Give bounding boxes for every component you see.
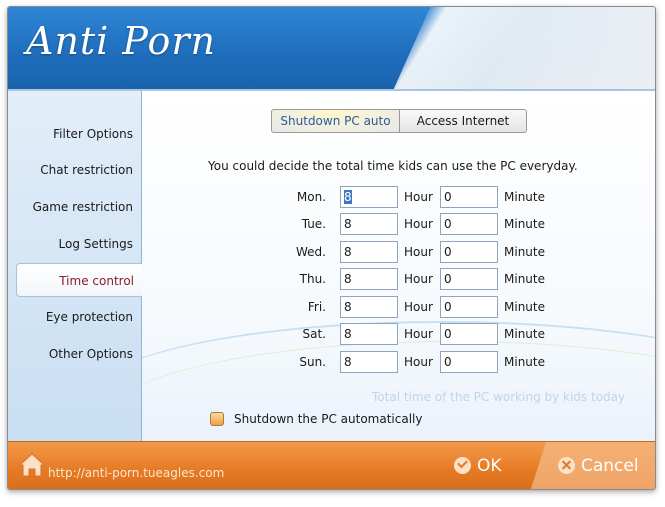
minute-unit-label: Minute (504, 300, 545, 314)
day-label: Wed. (296, 245, 326, 259)
day-label: Mon. (296, 190, 326, 204)
sidebar: Filter Options Chat restriction Game res… (8, 91, 142, 441)
sidebar-item-log-settings[interactable]: Log Settings (8, 227, 133, 261)
sidebar-item-game-restriction[interactable]: Game restriction (8, 190, 133, 224)
minute-input-sat[interactable]: 0 (440, 323, 498, 345)
hour-unit-label: Hour (404, 190, 433, 204)
hour-input-fri[interactable]: 8 (340, 296, 398, 318)
header-banner: Anti Porn (8, 7, 655, 89)
time-description: You could decide the total time kids can… (208, 159, 578, 173)
hour-unit-label: Hour (404, 217, 433, 231)
app-title: Anti Porn (26, 19, 216, 63)
day-label: Thu. (299, 272, 326, 286)
minute-unit-label: Minute (504, 245, 545, 259)
minute-input-sun[interactable]: 0 (440, 351, 498, 373)
hour-unit-label: Hour (404, 300, 433, 314)
hour-unit-label: Hour (404, 272, 433, 286)
home-icon[interactable] (18, 452, 46, 478)
check-icon (454, 457, 471, 474)
hour-input-thu[interactable]: 8 (340, 268, 398, 290)
hour-input-wed[interactable]: 8 (340, 241, 398, 263)
hour-input-sat[interactable]: 8 (340, 323, 398, 345)
ok-label: OK (477, 456, 502, 476)
hour-input-mon[interactable]: 8 (340, 186, 398, 208)
day-label: Sun. (299, 355, 326, 369)
tab-access-internet[interactable]: Access Internet (400, 109, 527, 133)
main-content: Shutdown PC auto Access Internet You cou… (142, 91, 655, 441)
day-label: Sat. (302, 327, 327, 341)
ok-button[interactable]: OK (454, 454, 502, 478)
hour-unit-label: Hour (404, 355, 433, 369)
sidebar-item-chat-restriction[interactable]: Chat restriction (8, 153, 133, 187)
website-link[interactable]: http://anti-porn.tueagles.com (48, 466, 224, 480)
cancel-button[interactable]: Cancel (558, 454, 639, 478)
minute-input-thu[interactable]: 0 (440, 268, 498, 290)
total-time-label: Total time of the PC working by kids tod… (372, 390, 626, 404)
minute-unit-label: Minute (504, 355, 545, 369)
tab-shutdown-pc-auto[interactable]: Shutdown PC auto (271, 109, 400, 133)
x-icon (558, 457, 575, 474)
minute-input-wed[interactable]: 0 (440, 241, 498, 263)
minute-unit-label: Minute (504, 190, 545, 204)
sidebar-item-filter-options[interactable]: Filter Options (8, 117, 133, 151)
minute-unit-label: Minute (504, 217, 545, 231)
hour-input-sun[interactable]: 8 (340, 351, 398, 373)
day-label: Fri. (307, 300, 326, 314)
header-sheen (376, 7, 655, 89)
shutdown-checkbox[interactable] (210, 412, 224, 426)
minute-unit-label: Minute (504, 327, 545, 341)
hour-unit-label: Hour (404, 245, 433, 259)
hour-input-tue[interactable]: 8 (340, 213, 398, 235)
sidebar-item-time-control[interactable]: Time control (16, 263, 142, 297)
sidebar-item-eye-protection[interactable]: Eye protection (8, 300, 133, 334)
day-label: Tue. (301, 217, 326, 231)
sidebar-item-other-options[interactable]: Other Options (8, 337, 133, 371)
minute-input-mon[interactable]: 0 (440, 186, 498, 208)
hour-value: 8 (344, 190, 352, 204)
shutdown-checkbox-label[interactable]: Shutdown the PC automatically (234, 411, 422, 427)
hour-unit-label: Hour (404, 327, 433, 341)
minute-input-tue[interactable]: 0 (440, 213, 498, 235)
tab-bar: Shutdown PC auto Access Internet (271, 109, 527, 133)
footer-bar: http://anti-porn.tueagles.com OK Cancel (8, 441, 655, 489)
cancel-label: Cancel (581, 456, 639, 476)
minute-unit-label: Minute (504, 272, 545, 286)
app-window: Anti Porn Filter Options Chat restrictio… (7, 6, 656, 490)
minute-input-fri[interactable]: 0 (440, 296, 498, 318)
